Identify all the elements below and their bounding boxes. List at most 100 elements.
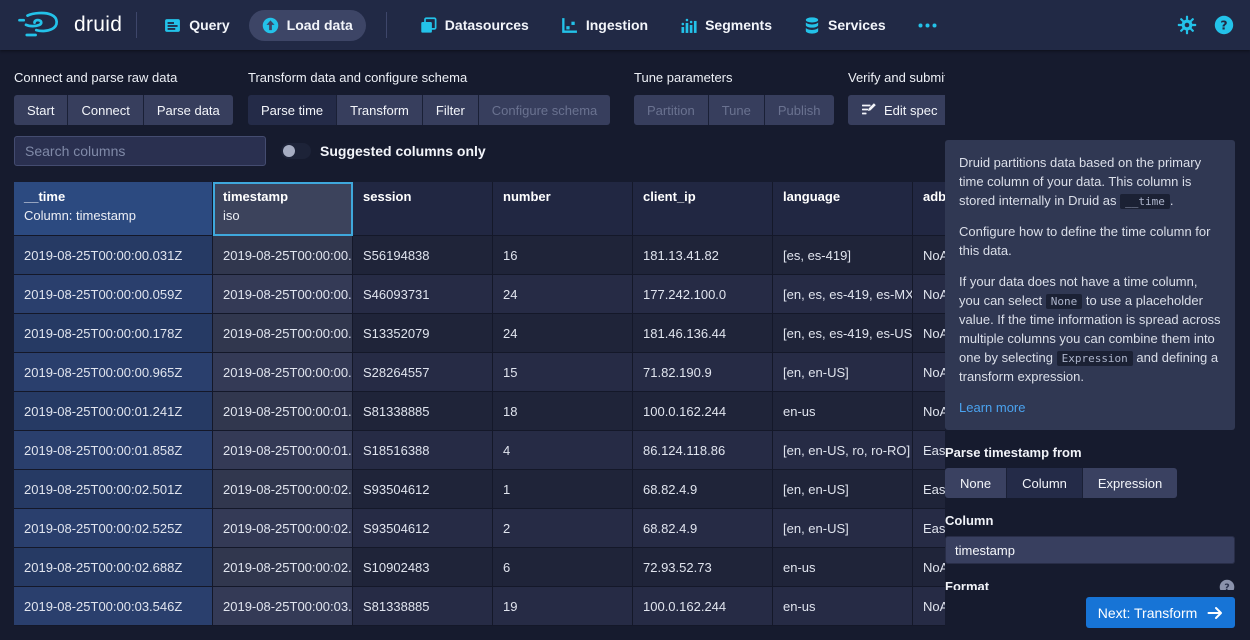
table-cell: 2019-08-25T00:00:01.241Z	[213, 392, 353, 431]
druid-logo-text: druid	[74, 13, 122, 37]
step-button-parse-time[interactable]: Parse time	[248, 95, 337, 125]
nav-item-services[interactable]: Services	[791, 10, 899, 41]
parse-from-option-column[interactable]: Column	[1007, 468, 1083, 498]
svg-text:?: ?	[1224, 583, 1230, 590]
step-button-transform[interactable]: Transform	[337, 95, 423, 125]
table-cell: 2019-08-25T00:00:00.059Z	[14, 275, 213, 314]
nav-items: Query Load data Datasources Ingestion Segmen…	[151, 10, 949, 41]
callout-paragraph: Configure how to define the time column …	[959, 222, 1221, 260]
table-cell: S93504612	[353, 509, 493, 548]
step-button-edit-spec[interactable]: Edit spec	[848, 95, 950, 125]
table-cell: 2019-08-25T00:00:03.546Z	[14, 587, 213, 626]
column-header-language[interactable]: language	[773, 182, 913, 236]
table-cell: [en, en-US, ro, ro-RO]	[773, 431, 913, 470]
table-cell: S81338885	[353, 587, 493, 626]
table-cell: S28264557	[353, 353, 493, 392]
table-cell: 6	[493, 548, 633, 587]
table-cell: S46093731	[353, 275, 493, 314]
table-cell: 2019-08-25T00:00:02.688Z	[14, 548, 213, 587]
segments-icon	[680, 17, 697, 34]
column-name: number	[503, 189, 622, 204]
nav-item-label: Datasources	[445, 17, 529, 33]
table-cell: 86.124.118.86	[633, 431, 773, 470]
more-icon	[918, 23, 937, 28]
table-cell: 2019-08-25T00:00:00.965Z	[14, 353, 213, 392]
callout-paragraph: Druid partitions data based on the prima…	[959, 153, 1221, 210]
nav-item-label: Query	[189, 17, 229, 33]
step-button-start[interactable]: Start	[14, 95, 68, 125]
column-input[interactable]	[945, 536, 1235, 564]
step-group: Connect and parse raw data StartConnectPa…	[14, 70, 233, 125]
next-transform-button[interactable]: Next: Transform	[1086, 597, 1235, 628]
learn-more-link[interactable]: Learn more	[959, 398, 1221, 417]
step-group-title: Verify and submit	[848, 70, 950, 85]
nav-item-query[interactable]: Query	[151, 10, 242, 41]
suggested-columns-toggle[interactable]	[281, 143, 311, 159]
step-button-partition: Partition	[634, 95, 709, 125]
table-cell: 72.93.52.73	[633, 548, 773, 587]
table-cell: 2019-08-25T00:00:01.241Z	[14, 392, 213, 431]
table-cell: 100.0.162.244	[633, 392, 773, 431]
next-transform-label: Next: Transform	[1098, 605, 1198, 621]
table-cell: 100.0.162.244	[633, 587, 773, 626]
column-name: timestamp	[223, 189, 343, 204]
step-button-connect[interactable]: Connect	[68, 95, 143, 125]
nav-item-ingestion[interactable]: Ingestion	[548, 10, 661, 41]
parse-timestamp-from-group: NoneColumnExpression	[945, 468, 1235, 498]
panel-scroll: Druid partitions data based on the prima…	[945, 140, 1235, 590]
column-header-number[interactable]: number	[493, 182, 633, 236]
services-icon	[804, 17, 820, 34]
column-name: __time	[24, 189, 202, 204]
column-label: Column	[945, 513, 1235, 528]
table-cell: S56194838	[353, 236, 493, 275]
gear-icon[interactable]	[1177, 15, 1197, 35]
table-cell: 2019-08-25T00:00:00.178Z	[213, 314, 353, 353]
nav-item-label: Services	[828, 17, 886, 33]
step-group-title: Transform data and configure schema	[248, 70, 610, 85]
column-header-session[interactable]: session	[353, 182, 493, 236]
table-cell: 2019-08-25T00:00:00.031Z	[213, 236, 353, 275]
table-cell: 24	[493, 314, 633, 353]
table-cell: 2019-08-25T00:00:02.525Z	[213, 509, 353, 548]
step-button-parse-data[interactable]: Parse data	[144, 95, 233, 125]
search-columns-input[interactable]	[14, 136, 266, 166]
nav-item-datasources[interactable]: Datasources	[407, 10, 542, 41]
table-cell: 15	[493, 353, 633, 392]
nav-item-load-data[interactable]: Load data	[249, 10, 366, 41]
table-cell: 2019-08-25T00:00:02.525Z	[14, 509, 213, 548]
callout-body: Druid partitions data based on the prima…	[959, 153, 1221, 386]
column-header-timestamp[interactable]: timestamp iso	[213, 182, 353, 236]
nav-item-more[interactable]	[905, 16, 950, 35]
table-cell: 2019-08-25T00:00:00.031Z	[14, 236, 213, 275]
table-cell: 68.82.4.9	[633, 470, 773, 509]
parse-from-option-none[interactable]: None	[945, 468, 1007, 498]
step-group-title: Tune parameters	[634, 70, 834, 85]
table-cell: 2019-08-25T00:00:02.501Z	[14, 470, 213, 509]
table-cell: 1	[493, 470, 633, 509]
nav-item-segments[interactable]: Segments	[667, 10, 785, 41]
step-group: Tune parametersPartitionTunePublish	[634, 70, 834, 125]
help-icon[interactable]: ?	[1214, 15, 1234, 35]
table-cell: S10902483	[353, 548, 493, 587]
info-icon[interactable]: ?	[1219, 579, 1235, 590]
column-subtitle: iso	[223, 208, 343, 223]
nav-item-label: Load data	[287, 17, 353, 33]
table-cell: S18516388	[353, 431, 493, 470]
code-chip: None	[1046, 294, 1083, 309]
column-header---time[interactable]: __timeColumn: timestamp	[14, 182, 213, 236]
code-chip: __time	[1120, 194, 1170, 209]
step-group-title: Connect and parse raw data	[14, 70, 233, 85]
nav-item-label: Segments	[705, 17, 772, 33]
druid-logo-icon	[16, 10, 66, 40]
step-button-filter[interactable]: Filter	[423, 95, 479, 125]
edit-spec-icon	[861, 102, 877, 118]
format-label: Format	[945, 579, 989, 590]
table-cell: 2019-08-25T00:00:00.965Z	[213, 353, 353, 392]
query-icon	[164, 17, 181, 34]
step-group: Transform data and configure schema Parse…	[248, 70, 610, 125]
step-button-configure-schema: Configure schema	[479, 95, 611, 125]
parse-from-option-expression[interactable]: Expression	[1083, 468, 1177, 498]
druid-logo[interactable]: druid	[16, 10, 122, 40]
table-cell: [en, en-US]	[773, 470, 913, 509]
column-header-client-ip[interactable]: client_ip	[633, 182, 773, 236]
